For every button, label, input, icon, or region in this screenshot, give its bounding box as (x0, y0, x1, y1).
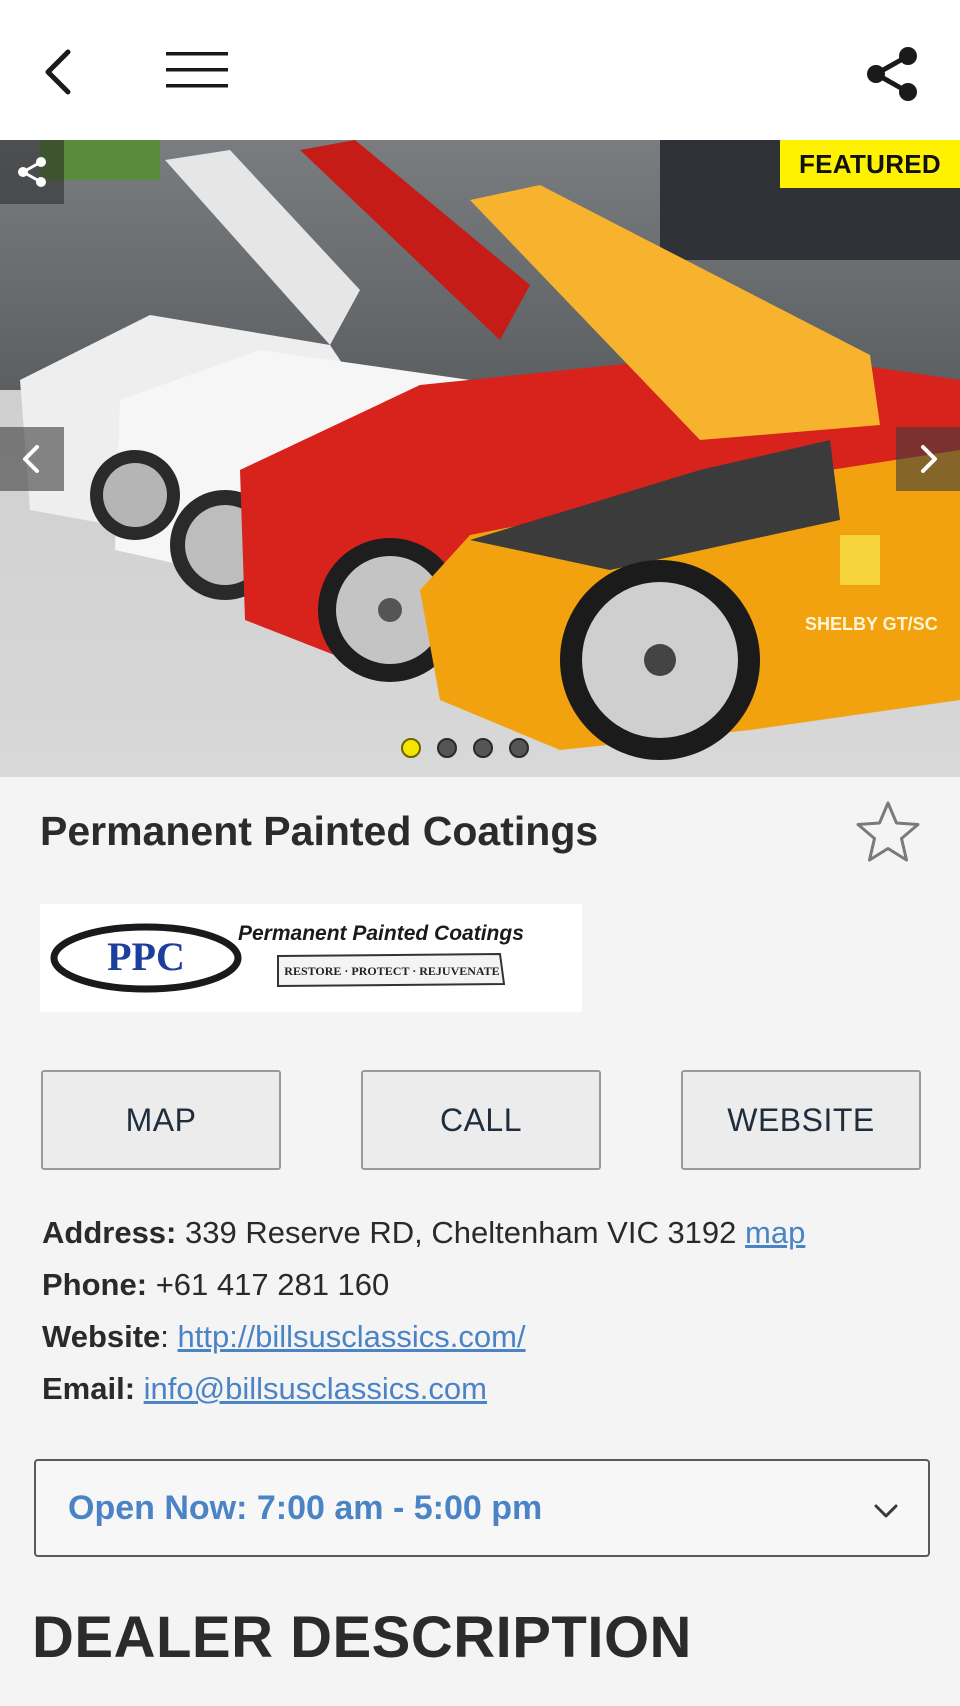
logo-acronym: PPC (107, 934, 185, 979)
map-button[interactable]: MAP (41, 1070, 281, 1170)
hamburger-menu-icon[interactable] (166, 50, 230, 90)
carousel-dot-2[interactable] (437, 738, 457, 758)
share-icon[interactable] (864, 46, 920, 102)
phone-label: Phone: (42, 1267, 148, 1302)
carousel-prev-button[interactable] (0, 427, 64, 491)
carousel-pagination (0, 738, 945, 758)
address-value: 339 Reserve RD, Cheltenham VIC 3192 (185, 1215, 737, 1250)
carousel-photo-cars: SHELBY GT/SC (0, 140, 960, 777)
carousel-dot-1[interactable] (401, 738, 421, 758)
star-outline-icon[interactable] (854, 798, 922, 866)
logo-tagline: RESTORE · PROTECT · REJUVENATE (284, 964, 499, 978)
opening-hours-dropdown[interactable]: Open Now: 7:00 am - 5:00 pm (34, 1459, 930, 1557)
website-link[interactable]: http://billsusclassics.com/ (178, 1319, 526, 1354)
website-line: Website: http://billsusclassics.com/ (42, 1319, 526, 1355)
chevron-left-icon (23, 445, 39, 473)
website-label: Website (42, 1319, 161, 1354)
website-button[interactable]: WEBSITE (681, 1070, 921, 1170)
car-decal-text: SHELBY GT/SC (805, 614, 938, 634)
phone-line: Phone: +61 417 281 160 (42, 1267, 389, 1303)
featured-badge: FEATURED (780, 140, 960, 188)
chevron-down-icon (874, 1504, 898, 1518)
share-icon (18, 157, 46, 187)
address-map-link[interactable]: map (745, 1215, 805, 1250)
carousel-dot-3[interactable] (473, 738, 493, 758)
chevron-left-icon[interactable] (38, 44, 82, 100)
carousel-share-button[interactable] (0, 140, 64, 204)
call-button[interactable]: CALL (361, 1070, 601, 1170)
logo-company-name: Permanent Painted Coatings (238, 922, 524, 945)
company-logo: PPC Permanent Painted Coatings RESTORE ·… (40, 904, 582, 1012)
carousel-dot-4[interactable] (509, 738, 529, 758)
phone-value: +61 417 281 160 (155, 1267, 390, 1302)
carousel-next-button[interactable] (896, 427, 960, 491)
address-line: Address: 339 Reserve RD, Cheltenham VIC … (42, 1215, 805, 1251)
listing-title: Permanent Painted Coatings (40, 808, 599, 854)
email-line: Email: info@billsusclassics.com (42, 1371, 487, 1407)
website-separator: : (160, 1319, 169, 1354)
top-app-bar (0, 0, 960, 140)
chevron-right-icon (921, 445, 937, 473)
email-link[interactable]: info@billsusclassics.com (144, 1371, 487, 1406)
dealer-description-heading: DEALER DESCRIPTION (32, 1605, 692, 1670)
image-carousel[interactable]: SHELBY GT/SC FEATURED (0, 140, 960, 777)
email-label: Email: (42, 1371, 136, 1406)
opening-hours-text: Open Now: 7:00 am - 5:00 pm (68, 1488, 543, 1527)
address-label: Address: (42, 1215, 177, 1250)
